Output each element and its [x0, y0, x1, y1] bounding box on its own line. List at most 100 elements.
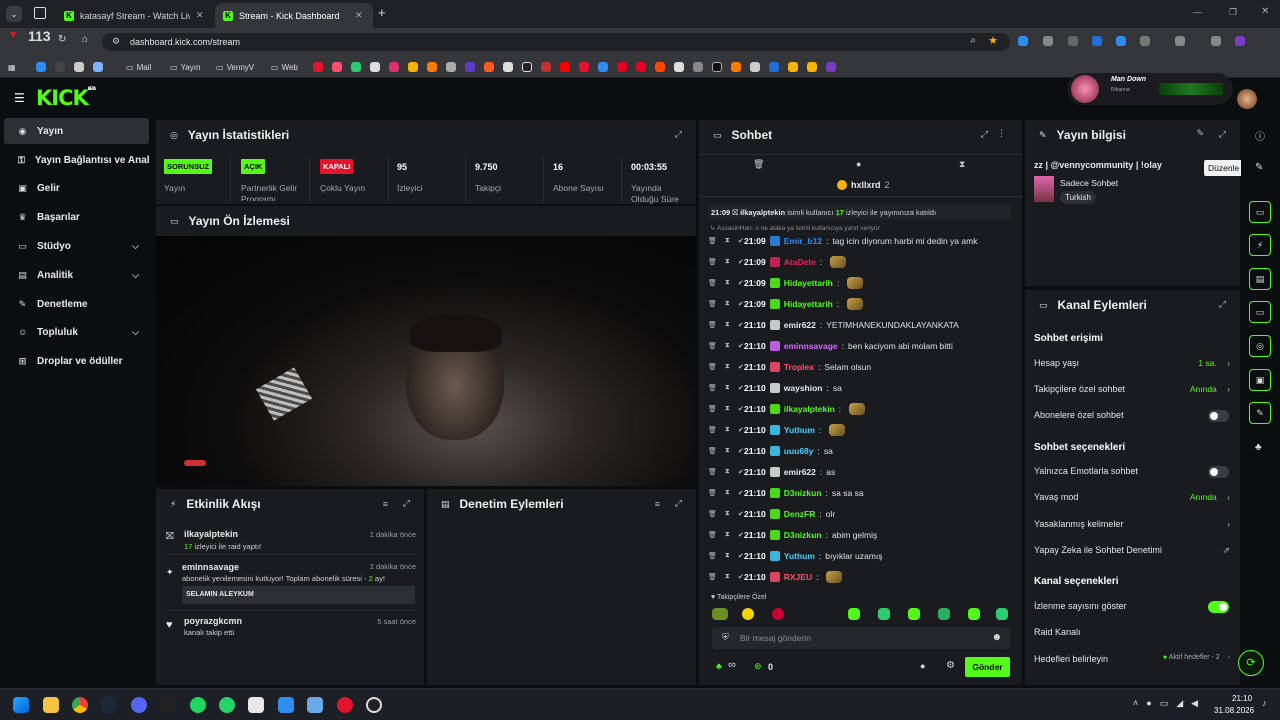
close-icon[interactable]: ✕: [355, 10, 363, 21]
chrome-icon[interactable]: [72, 697, 88, 713]
floating-action-button[interactable]: ⟳: [1238, 650, 1264, 676]
bookmark-folder-web[interactable]: ▭ Web: [271, 61, 298, 73]
message-username[interactable]: Yuthum: [784, 425, 815, 435]
message-username[interactable]: Emir_b12: [784, 236, 822, 246]
profile-icon[interactable]: [1235, 36, 1245, 46]
bookmark-icon[interactable]: [503, 62, 513, 72]
file-explorer-icon[interactable]: [43, 697, 59, 713]
app-icon[interactable]: [337, 697, 353, 713]
message-username[interactable]: emir622: [784, 320, 816, 330]
bookmark-icon[interactable]: [598, 62, 608, 72]
sidebar-item-droplar[interactable]: ⊞ Droplar ve ödüller: [4, 348, 149, 374]
spotify-icon[interactable]: [190, 697, 206, 713]
sidebar-item-studyo[interactable]: ▭ Stüdyo ⌵: [4, 233, 149, 259]
emoji-icon[interactable]: ☻: [991, 632, 1002, 643]
message-mod-tools[interactable]: 🗑 ⧗ ✔: [708, 552, 744, 560]
rail-button-video[interactable]: ▭: [1249, 201, 1271, 223]
expand-icon[interactable]: ⤢: [1219, 299, 1226, 310]
extension-icon[interactable]: [1092, 36, 1102, 46]
apps-icon[interactable]: ▦: [8, 61, 16, 73]
hourglass-icon[interactable]: ⧗: [725, 426, 730, 434]
check-icon[interactable]: ✔: [738, 342, 744, 350]
bookmark-icon[interactable]: [826, 62, 836, 72]
extension-icon[interactable]: [1068, 36, 1078, 46]
bookmark-icon[interactable]: [655, 62, 665, 72]
gear-icon[interactable]: ⚙: [946, 660, 955, 671]
trash-icon[interactable]: 🗑: [708, 447, 717, 455]
check-icon[interactable]: ✔: [738, 363, 744, 371]
message-mod-tools[interactable]: 🗑 ⧗ ✔: [708, 447, 744, 455]
bookmark-icon[interactable]: [446, 62, 456, 72]
bookmark-icon[interactable]: [55, 62, 65, 72]
hourglass-icon[interactable]: ⧗: [725, 321, 730, 329]
whatsapp-icon[interactable]: [219, 697, 235, 713]
expand-icon[interactable]: ⤢: [403, 498, 410, 509]
window-minimize-icon[interactable]: —: [1193, 7, 1202, 17]
steam-icon[interactable]: [101, 697, 117, 713]
emote-icon[interactable]: [878, 608, 890, 620]
trash-icon[interactable]: 🗑: [708, 258, 717, 266]
reload-icon[interactable]: ↻: [58, 34, 66, 45]
close-icon[interactable]: ✕: [196, 10, 204, 21]
tray-icons[interactable]: ˄●▭◢◀: [1133, 698, 1206, 709]
check-icon[interactable]: ✔: [738, 237, 744, 245]
app-icon[interactable]: [248, 697, 264, 713]
window-close-icon[interactable]: ✕: [1261, 6, 1269, 17]
message-username[interactable]: emir622: [784, 467, 816, 477]
message-mod-tools[interactable]: 🗑 ⧗ ✔: [708, 384, 744, 392]
ai-moderation-setting[interactable]: Yapay Zeka ile Sohbet Denetimi ⇗: [1034, 545, 1230, 555]
puzzle-icon[interactable]: [1140, 36, 1150, 46]
home-icon[interactable]: ⌂: [82, 34, 88, 45]
info-icon[interactable]: ⓘ: [1255, 128, 1265, 143]
rail-button-chat[interactable]: ▭: [1249, 301, 1271, 323]
bookmark-icon[interactable]: [674, 62, 684, 72]
message-mod-tools[interactable]: 🗑 ⧗ ✔: [708, 300, 744, 308]
check-icon[interactable]: ✔: [738, 258, 744, 266]
menu-icon[interactable]: [1211, 36, 1221, 46]
emote-icon[interactable]: [772, 608, 784, 620]
bookmark-icon[interactable]: [370, 62, 380, 72]
trash-icon[interactable]: 🗑: [708, 405, 717, 413]
trash-icon[interactable]: 🗑: [708, 384, 717, 392]
bookmark-icon[interactable]: [541, 62, 551, 72]
extension-icon[interactable]: [1018, 36, 1028, 46]
emote-icon[interactable]: [938, 608, 950, 620]
hourglass-icon[interactable]: ⧗: [725, 468, 730, 476]
hamburger-menu-icon[interactable]: ☰: [14, 91, 25, 105]
message-mod-tools[interactable]: 🗑 ⧗ ✔: [708, 468, 744, 476]
more-options-icon[interactable]: ⋮: [997, 128, 1006, 139]
show-viewers-toggle[interactable]: [1208, 601, 1229, 613]
tab-kick-dashboard[interactable]: K Stream - Kick Dashboard ✕: [215, 3, 373, 28]
app-icon[interactable]: [160, 697, 176, 713]
check-icon[interactable]: ✔: [738, 510, 744, 518]
message-username[interactable]: wayshion: [784, 383, 823, 393]
bookmark-icon[interactable]: [465, 62, 475, 72]
message-mod-tools[interactable]: 🗑 ⧗ ✔: [708, 363, 744, 371]
trash-icon[interactable]: 🗑: [708, 468, 717, 476]
comment-icon[interactable]: ●: [856, 159, 861, 169]
address-bar[interactable]: ⚙ dashboard.kick.com/stream ⌕ ★: [102, 33, 1010, 51]
goals-setting[interactable]: Hedefleri belirleyin ● Aktif hedefler - 2…: [1034, 654, 1230, 664]
bookmark-star-icon[interactable]: ★: [988, 34, 998, 47]
obs-icon[interactable]: [366, 697, 382, 713]
bookmark-icon[interactable]: [36, 62, 46, 72]
bookmark-icon[interactable]: [560, 62, 570, 72]
message-username[interactable]: Troplex: [784, 362, 814, 372]
trash-icon[interactable]: 🗑: [708, 573, 717, 581]
check-icon[interactable]: ✔: [738, 405, 744, 413]
message-username[interactable]: RXJEU: [784, 572, 812, 582]
check-icon[interactable]: ✔: [738, 321, 744, 329]
trash-icon[interactable]: 🗑: [708, 363, 717, 371]
message-mod-tools[interactable]: 🗑 ⧗ ✔: [708, 573, 744, 581]
bookmark-icon[interactable]: [313, 62, 323, 72]
hourglass-icon[interactable]: ⧗: [725, 447, 730, 455]
app-icon[interactable]: [307, 697, 323, 713]
subscribers-chat-toggle[interactable]: [1208, 410, 1229, 422]
avatar[interactable]: [1237, 89, 1257, 109]
bookmark-icon[interactable]: [579, 62, 589, 72]
message-username[interactable]: Hidayettarih: [784, 299, 833, 309]
bookmark-icon[interactable]: [693, 62, 703, 72]
trash-icon[interactable]: 🗑: [708, 552, 717, 560]
check-icon[interactable]: ✔: [738, 552, 744, 560]
message-mod-tools[interactable]: 🗑 ⧗ ✔: [708, 237, 744, 245]
